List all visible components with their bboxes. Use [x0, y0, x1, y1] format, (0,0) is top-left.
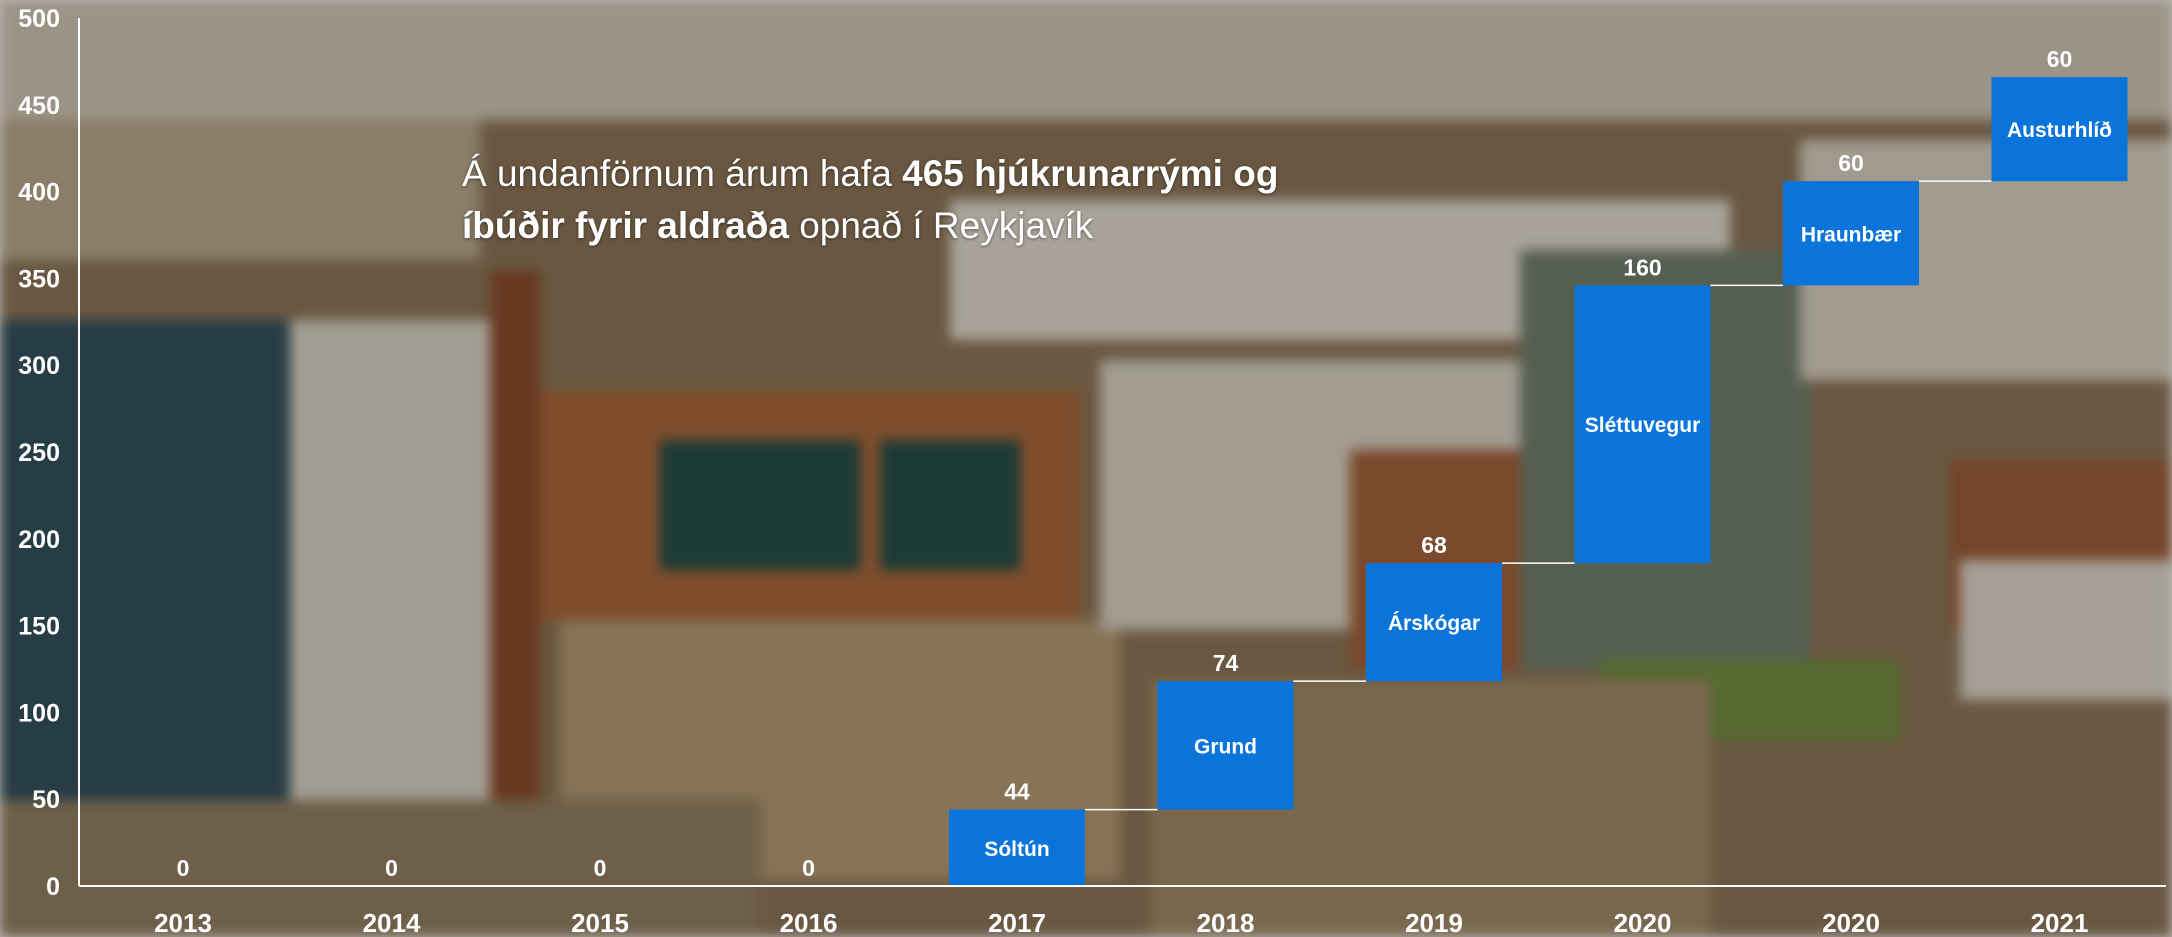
bar-label: Grund [1194, 735, 1257, 758]
y-tick-label: 450 [18, 92, 60, 120]
y-tick-label: 400 [18, 179, 60, 207]
x-tick-label: 2019 [1405, 908, 1463, 937]
value-label: 0 [594, 855, 607, 881]
y-tick-label: 150 [18, 613, 60, 641]
y-tick-label: 350 [18, 265, 60, 293]
value-label: 68 [1421, 532, 1447, 558]
x-axis-ticks: 2013 2014 2015 2016 2017 2018 2019 2020 2020 2021 [154, 908, 2088, 937]
headline-part-2: 465 hjúkrunarrými og [902, 153, 1279, 194]
value-label: 0 [802, 855, 815, 881]
y-tick-label: 300 [18, 352, 60, 380]
y-axis-ticks: 0 50 100 150 200 250 300 350 400 450 500 [18, 5, 60, 901]
y-tick-label: 100 [18, 699, 60, 727]
value-label: 60 [1838, 150, 1864, 176]
x-tick-label: 2018 [1197, 908, 1255, 937]
value-label: 0 [177, 855, 190, 881]
x-tick-label: 2021 [2031, 908, 2089, 937]
bar-label: Austurhlíð [2007, 119, 2112, 142]
headline-part-4: opnað í Reykjavík [788, 205, 1094, 246]
chart-slide: 0 50 100 150 200 250 300 350 400 450 500 0 0 0 0 44 74 6… [0, 0, 2172, 937]
value-label: 0 [385, 855, 398, 881]
y-tick-label: 250 [18, 439, 60, 467]
y-tick-label: 500 [18, 5, 60, 33]
x-tick-label: 2020 [1822, 908, 1880, 937]
x-tick-label: 2016 [780, 908, 838, 937]
waterfall-chart: 0 50 100 150 200 250 300 350 400 450 500 0 0 0 0 44 74 6… [18, 5, 2166, 937]
bar-label: Hraunbær [1801, 223, 1901, 246]
x-tick-label: 2020 [1614, 908, 1672, 937]
y-tick-label: 200 [18, 526, 60, 554]
headline-annotation: Á undanförnum árum hafa 465 hjúkrunarrým… [462, 148, 1362, 252]
y-tick-label: 50 [32, 786, 60, 814]
value-label: 60 [2047, 46, 2073, 72]
value-label: 44 [1004, 779, 1030, 805]
headline-part-3: íbúðir fyrir aldraða [462, 205, 789, 246]
x-tick-label: 2017 [988, 908, 1046, 937]
headline-part-1: Á undanförnum árum hafa [462, 153, 903, 194]
value-label: 160 [1623, 254, 1661, 280]
value-label: 74 [1213, 650, 1239, 676]
y-tick-label: 0 [46, 873, 60, 901]
bar-label: Sléttuvegur [1585, 414, 1701, 437]
x-tick-label: 2014 [363, 908, 421, 937]
bar-label: Sóltún [984, 838, 1049, 861]
bar-label: Árskógar [1388, 612, 1480, 635]
x-tick-label: 2013 [154, 908, 212, 937]
x-tick-label: 2015 [571, 908, 629, 937]
